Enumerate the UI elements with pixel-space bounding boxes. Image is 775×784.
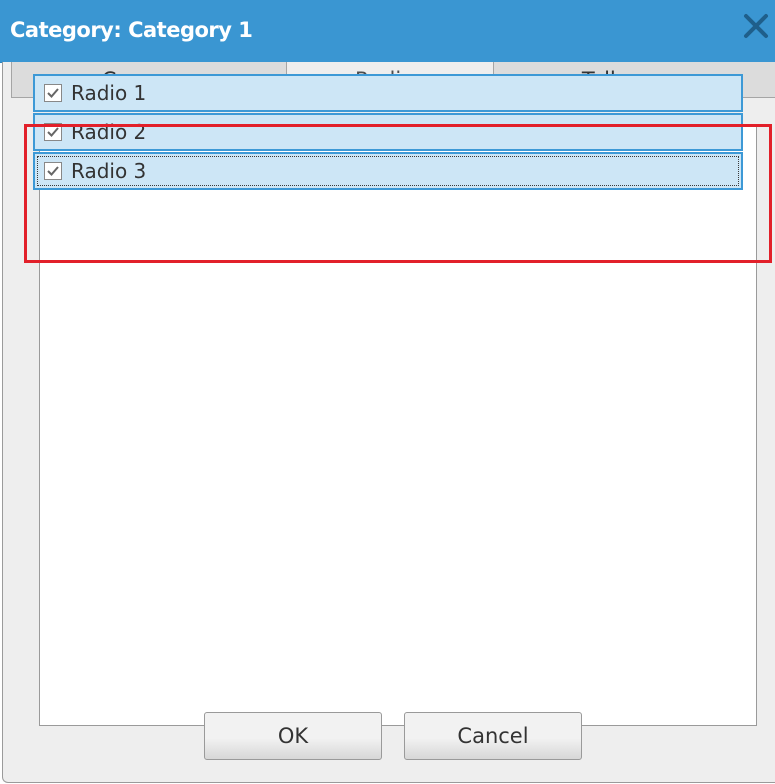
cancel-button[interactable]: Cancel (404, 712, 582, 760)
radio-2-checkbox[interactable] (44, 123, 62, 141)
check-icon (47, 166, 59, 176)
check-icon (47, 127, 59, 137)
radio-3-checkbox[interactable] (44, 162, 62, 180)
category-dialog: Category: Category 1 Common Radios Talkg… (0, 0, 775, 784)
dialog-title: Category: Category 1 (10, 18, 253, 42)
radios-tab-panel (11, 116, 775, 744)
list-item-radio-2[interactable]: Radio 2 (33, 113, 743, 151)
close-icon[interactable] (742, 12, 775, 52)
title-bar: Category: Category 1 (0, 0, 775, 63)
list-item-radio-1[interactable]: Radio 1 (33, 74, 743, 112)
check-icon (47, 88, 59, 98)
list-item-label: Radio 2 (71, 120, 147, 144)
radio-1-checkbox[interactable] (44, 84, 62, 102)
list-item-label: Radio 1 (71, 81, 147, 105)
radios-list[interactable] (39, 126, 757, 726)
list-item-label: Radio 3 (71, 159, 147, 183)
ok-button[interactable]: OK (204, 712, 382, 760)
list-item-radio-3[interactable]: Radio 3 (33, 152, 743, 190)
